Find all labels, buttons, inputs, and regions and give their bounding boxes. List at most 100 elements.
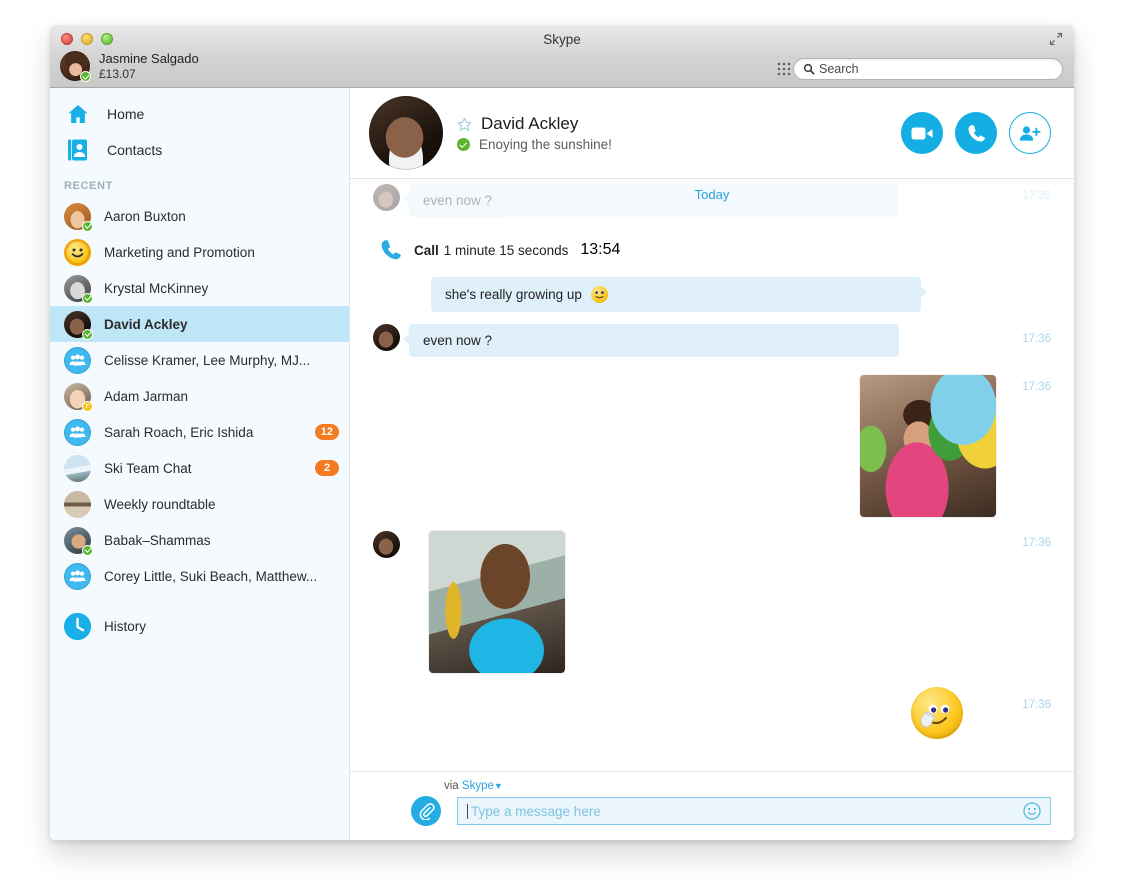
- list-item-label: Aaron Buxton: [104, 208, 186, 224]
- add-people-button[interactable]: [1009, 112, 1051, 154]
- sidebar-item-label: Home: [107, 106, 145, 122]
- add-person-icon: [1019, 125, 1041, 141]
- sidebar-item-contacts[interactable]: Contacts: [50, 132, 349, 168]
- account-name: Jasmine Salgado: [99, 51, 199, 67]
- avatar: [64, 274, 93, 304]
- voice-call-button[interactable]: [955, 112, 997, 154]
- list-item[interactable]: Weekly roundtable: [50, 486, 349, 522]
- message-row: even now ? 17:36: [373, 324, 1051, 357]
- page-title: David Ackley: [481, 114, 579, 133]
- list-item[interactable]: Krystal McKinney: [50, 270, 349, 306]
- smiley-icon[interactable]: [1023, 802, 1041, 820]
- timestamp: 17:36: [1022, 537, 1051, 549]
- group-avatar-icon: [64, 346, 91, 374]
- list-item-label: Ski Team Chat: [104, 460, 192, 476]
- account-summary[interactable]: Jasmine Salgado £13.07: [60, 51, 199, 82]
- group-avatar-icon: [64, 418, 91, 446]
- presence-online-icon: [82, 328, 93, 340]
- composer: via Skype▼ Type a message here: [350, 771, 1074, 840]
- video-icon: [911, 127, 933, 139]
- avatar: [60, 51, 91, 82]
- via-selector[interactable]: via Skype▼: [373, 780, 1051, 792]
- avatar: [64, 238, 91, 266]
- message-row: she's really growing up: [373, 277, 1051, 312]
- avatar: [373, 531, 400, 558]
- search-value: Search: [819, 62, 859, 76]
- call-record: Call 1 minute 15 seconds 13:54: [373, 239, 1051, 261]
- avatar: [64, 454, 91, 482]
- via-prefix: via: [444, 780, 459, 792]
- list-item[interactable]: Babak–Shammas: [50, 522, 349, 558]
- sidebar-item-david-ackley[interactable]: David Ackley: [50, 306, 349, 342]
- message-input[interactable]: Type a message here: [457, 797, 1051, 825]
- search-icon: [803, 63, 815, 75]
- list-item-label: Sarah Roach, Eric Ishida: [104, 424, 254, 440]
- timestamp: 17:36: [1022, 333, 1051, 345]
- avatar: [64, 202, 93, 232]
- avatar: [64, 526, 93, 556]
- list-item-label: Marketing and Promotion: [104, 244, 255, 260]
- list-item[interactable]: Corey Little, Suki Beach, Matthew...: [50, 558, 349, 594]
- presence-online-icon: [82, 220, 93, 232]
- paperclip-icon: [419, 802, 435, 820]
- presence-online-icon: [82, 292, 93, 304]
- list-item[interactable]: Celisse Kramer, Lee Murphy, MJ...: [50, 342, 349, 378]
- call-duration: 1 minute 15 seconds: [443, 242, 569, 258]
- list-item-label: Babak–Shammas: [104, 532, 211, 548]
- star-icon[interactable]: [457, 117, 472, 132]
- presence-online-icon: [80, 71, 91, 82]
- message-bubble: even now ?: [403, 324, 899, 357]
- presence-away-icon: [82, 400, 93, 412]
- group-avatar-icon: [64, 562, 91, 590]
- sidebar-item-label: Contacts: [107, 142, 163, 158]
- avatar: [64, 382, 93, 412]
- smile-emoticon-icon: [590, 286, 608, 303]
- day-divider: Today: [694, 187, 730, 202]
- message-row: 17:36: [373, 687, 1051, 739]
- presence-online-icon: [82, 544, 93, 556]
- girl-with-balloons-photo[interactable]: [860, 375, 996, 517]
- presence-online-icon: [457, 138, 470, 151]
- header-actions: [901, 112, 1051, 154]
- search-input[interactable]: Search: [793, 58, 1063, 80]
- via-service[interactable]: Skype: [462, 780, 494, 792]
- avatar: [64, 310, 93, 340]
- avatar[interactable]: [369, 96, 443, 170]
- chat-header: David Ackley Enoying the sunshine!: [350, 88, 1074, 179]
- list-item[interactable]: Aaron Buxton: [50, 198, 349, 234]
- account-credit: £13.07: [99, 66, 136, 81]
- title-bar: Skype Jasmine Salgado £13.07 Search: [50, 25, 1074, 88]
- timestamp: 13:54: [580, 241, 621, 258]
- list-item[interactable]: Adam Jarman: [50, 378, 349, 414]
- giggle-emoticon-icon: [911, 687, 963, 739]
- message-text: she's really growing up: [445, 287, 582, 302]
- window-title: Skype: [543, 32, 581, 47]
- message-bubble: she's really growing up: [431, 277, 927, 312]
- sidebar: Home Contacts RECENT Aaron Buxton Market…: [50, 88, 350, 840]
- sidebar-item-home[interactable]: Home: [50, 96, 349, 132]
- chevron-down-icon[interactable]: ▼: [494, 781, 503, 791]
- list-item-label: David Ackley: [104, 316, 188, 332]
- home-icon: [64, 104, 91, 124]
- text-caret: [467, 803, 468, 819]
- sidebar-item-history[interactable]: History: [50, 608, 349, 644]
- attach-button[interactable]: [411, 796, 441, 826]
- grid-icon[interactable]: [776, 61, 792, 77]
- message-input-placeholder: Type a message here: [471, 803, 601, 819]
- boy-with-trophy-photo[interactable]: [429, 531, 565, 673]
- timestamp: 17:36: [1022, 381, 1051, 393]
- video-call-button[interactable]: [901, 112, 943, 154]
- clock-icon: [64, 612, 91, 640]
- call-label: Call: [414, 242, 439, 258]
- list-item[interactable]: Sarah Roach, Eric Ishida 12: [50, 414, 349, 450]
- recent-section-label: RECENT: [64, 180, 113, 192]
- phone-icon: [967, 124, 985, 142]
- list-item[interactable]: Marketing and Promotion: [50, 234, 349, 270]
- unread-badge: 12: [314, 424, 339, 440]
- timestamp: 17:36: [1022, 699, 1051, 711]
- list-item[interactable]: Ski Team Chat 2: [50, 450, 349, 486]
- mood-message: Enoying the sunshine!: [479, 137, 612, 152]
- expand-icon[interactable]: [1048, 31, 1064, 47]
- message-list[interactable]: even now ? 17:36 Today Call 1 minute 15 s…: [350, 179, 1074, 771]
- conversation-panel: David Ackley Enoying the sunshine! even …: [350, 88, 1074, 840]
